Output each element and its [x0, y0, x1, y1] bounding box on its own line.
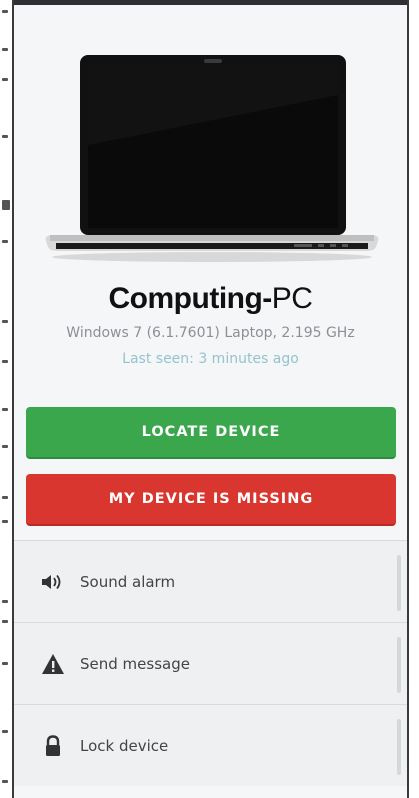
item-edge-mark: [397, 555, 401, 611]
device-name-suffix: PC: [271, 282, 313, 315]
send-message-item[interactable]: Send message: [14, 622, 407, 704]
device-missing-button[interactable]: MY DEVICE IS MISSING: [26, 474, 396, 526]
locate-device-button[interactable]: LOCATE DEVICE: [26, 407, 396, 459]
lock-device-item[interactable]: Lock device: [14, 704, 407, 786]
sound-alarm-label: Sound alarm: [80, 572, 176, 591]
laptop-image: [45, 55, 379, 262]
speaker-icon: [40, 571, 66, 593]
lock-icon: [40, 734, 66, 757]
screen: Computing-PC Windows 7 (6.1.7601) Laptop…: [0, 0, 419, 798]
device-panel: Computing-PC Windows 7 (6.1.7601) Laptop…: [12, 0, 409, 798]
device-card: Computing-PC Windows 7 (6.1.7601) Laptop…: [14, 5, 407, 540]
device-name: Computing-PC: [14, 282, 407, 316]
warning-icon: [40, 653, 66, 675]
device-name-main: Computing-: [108, 282, 273, 315]
sound-alarm-item[interactable]: Sound alarm: [14, 540, 407, 622]
lock-device-label: Lock device: [80, 736, 169, 755]
device-specs: Windows 7 (6.1.7601) Laptop, 2.195 GHz: [66, 325, 355, 341]
background-page-edge: [0, 0, 12, 798]
item-edge-mark: [397, 637, 401, 693]
last-seen: Last seen: 3 minutes ago: [122, 351, 299, 367]
background-page-edge-right: [409, 0, 419, 798]
send-message-label: Send message: [80, 654, 190, 673]
actions-list: Sound alarm Send message Lock device: [14, 540, 407, 786]
item-edge-mark: [397, 719, 401, 775]
